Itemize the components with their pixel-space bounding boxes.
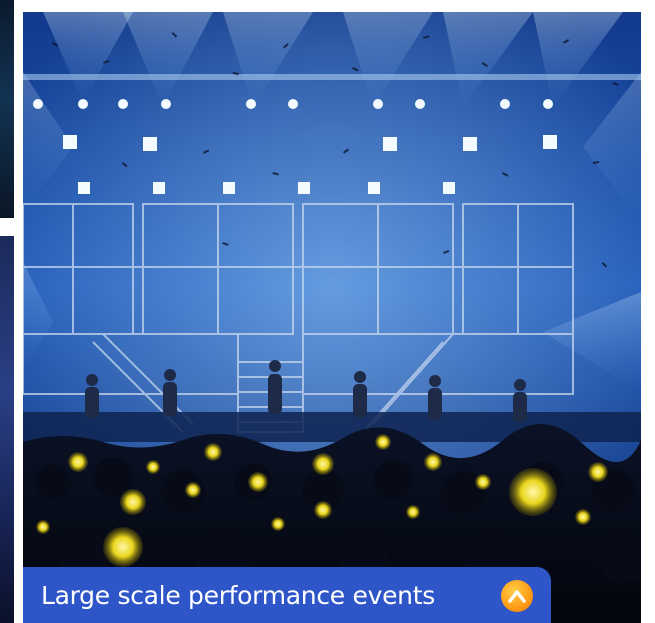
concert-stage-photo[interactable] [23, 12, 641, 623]
previous-gallery-card-top[interactable] [0, 0, 14, 218]
caption-text: Large scale performance events [41, 580, 435, 610]
concert-photo-illustration [23, 12, 641, 623]
caption-bar[interactable]: Large scale performance events [23, 567, 551, 623]
gallery-viewport: Large scale performance events [0, 0, 655, 623]
previous-gallery-card-bottom[interactable] [0, 236, 14, 623]
chevron-up-icon[interactable] [501, 580, 533, 612]
